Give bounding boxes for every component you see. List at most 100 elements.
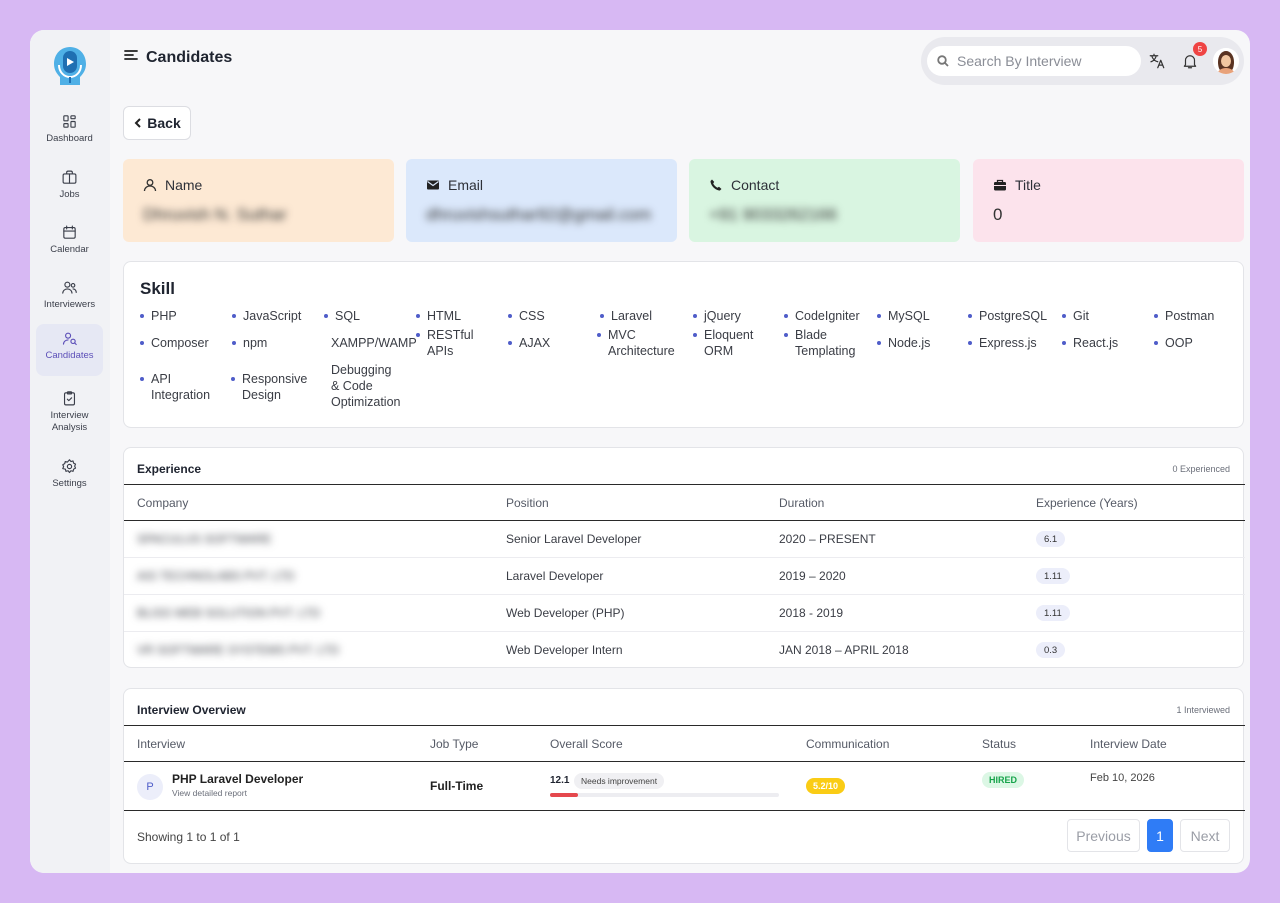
skill-tag: Node.js — [877, 335, 930, 351]
years-badge: 0.3 — [1036, 642, 1066, 658]
duration-cell: JAN 2018 – APRIL 2018 — [779, 643, 909, 657]
contact-value: +91 9033262166 — [709, 205, 838, 224]
company-cell: BLISS WEB SOLUTION PVT. LTD — [137, 606, 321, 620]
briefcase-icon — [994, 179, 1006, 191]
title-card: Title 0 — [973, 159, 1244, 242]
sidebar-item-dashboard[interactable]: Dashboard — [36, 107, 103, 159]
duration-cell: 2020 – PRESENT — [779, 532, 876, 546]
interview-title[interactable]: PHP Laravel Developer — [172, 772, 303, 786]
search-icon — [937, 55, 949, 67]
column-header: Interview Date — [1090, 737, 1167, 751]
interview-overview-panel: Interview Overview 1 Interviewed Intervi… — [123, 688, 1245, 864]
score-bar-fill — [550, 793, 578, 797]
skill-tag: CSS — [508, 308, 545, 324]
sidebar-item-label: Calendar — [50, 244, 89, 255]
translate-button[interactable] — [1146, 50, 1168, 72]
page-header: Candidates — [124, 48, 232, 67]
user-icon — [143, 179, 157, 192]
skill-tag: Laravel — [600, 308, 652, 324]
menu-icon[interactable] — [124, 48, 138, 67]
table-row: AIS TECHNOLABS PVT. LTD Laravel Develope… — [124, 558, 1245, 595]
skill-tag: API Integration — [140, 371, 220, 403]
email-value: dhruvishsuthar92@gmail.com — [426, 205, 652, 224]
interview-table-header: Interview Job Type Overall Score Communi… — [124, 725, 1245, 762]
interviewed-count: 1 Interviewed — [1176, 705, 1230, 715]
skills-panel: Skill PHP JavaScript SQL HTML CSS Larave… — [123, 261, 1244, 428]
skill-tag: jQuery — [693, 308, 741, 324]
previous-label: Previous — [1076, 827, 1131, 844]
position-cell: Laravel Developer — [506, 569, 604, 583]
experience-table-header: Company Position Duration Experience (Ye… — [124, 484, 1245, 521]
avatar[interactable] — [1213, 48, 1239, 74]
status-badge: HIRED — [982, 772, 1025, 788]
title-value: 0 — [993, 205, 1003, 224]
sidebar-item-interview-analysis[interactable]: Interview Analysis — [36, 384, 103, 444]
sidebar-item-label: Settings — [52, 478, 87, 489]
sidebar-item-calendar[interactable]: Calendar — [36, 218, 103, 270]
interview-avatar: P — [137, 774, 163, 800]
years-badge: 1.11 — [1036, 605, 1070, 621]
position-cell: Web Developer (PHP) — [506, 606, 625, 620]
mail-icon — [427, 180, 439, 190]
column-header: Company — [137, 496, 189, 510]
communication-badge: 5.2/10 — [806, 778, 846, 794]
sidebar-item-candidates[interactable]: Candidates — [36, 324, 103, 376]
column-header: Duration — [779, 496, 825, 510]
company-cell: SPACULUS SOFTWARE — [137, 532, 272, 546]
column-header: Position — [506, 496, 549, 510]
skill-tag: OOP — [1154, 335, 1193, 351]
title-label: Title — [1015, 177, 1041, 193]
sidebar-item-interviewers[interactable]: Interviewers — [36, 273, 103, 325]
skill-tag: MVC Architecture — [597, 327, 687, 359]
briefcase-icon — [62, 170, 77, 184]
search-box — [927, 46, 1141, 76]
next-label: Next — [1190, 827, 1220, 844]
pagination-summary: Showing 1 to 1 of 1 — [137, 830, 240, 844]
search-input[interactable] — [957, 53, 1137, 69]
interview-date: Feb 10, 2026 — [1090, 772, 1155, 784]
skill-tag: PostgreSQL — [968, 308, 1047, 324]
main-content: Candidates 5 — [110, 30, 1250, 873]
gear-icon — [62, 459, 77, 474]
dashboard-icon — [63, 115, 76, 128]
previous-page-button[interactable]: Previous — [1067, 819, 1140, 852]
column-header: Experience (Years) — [1036, 496, 1138, 510]
skill-tag: Eloquent ORM — [693, 327, 763, 359]
sidebar: Dashboard Jobs Calendar Interviewers Can… — [30, 30, 110, 873]
skill-tag: Blade Templating — [784, 327, 864, 359]
score-note-badge: Needs improvement — [574, 773, 665, 789]
name-value: Dhruvish N. Suthar — [143, 205, 287, 224]
notification-badge: 5 — [1193, 42, 1207, 56]
position-cell: Web Developer Intern — [506, 643, 623, 657]
users-icon — [62, 281, 77, 294]
skill-tag: Responsive Design — [231, 371, 313, 403]
view-report-link[interactable]: View detailed report — [172, 788, 247, 798]
skill-tag: Composer — [140, 335, 209, 351]
sidebar-item-jobs[interactable]: Jobs — [36, 163, 103, 215]
skill-tag: SQL — [324, 308, 360, 324]
skill-tag: Git — [1062, 308, 1089, 324]
name-label: Name — [165, 177, 203, 193]
notifications-button[interactable]: 5 — [1179, 42, 1207, 72]
overall-score: 12.1 — [550, 775, 570, 786]
column-header: Overall Score — [550, 737, 623, 751]
score-bar-track — [550, 793, 779, 797]
next-page-button[interactable]: Next — [1180, 819, 1230, 852]
sidebar-item-label: Candidates — [45, 350, 94, 361]
skill-tag: AJAX — [508, 335, 550, 351]
skill-tag: CodeIgniter — [784, 308, 860, 324]
table-row: VR SOFTWARE SYSTEMS PVT. LTD Web Develop… — [124, 632, 1245, 669]
chevron-left-icon — [134, 118, 141, 128]
sidebar-item-settings[interactable]: Settings — [36, 452, 103, 504]
calendar-icon — [63, 225, 76, 239]
skill-tag: RESTful APIs — [416, 327, 488, 359]
table-row[interactable]: P PHP Laravel Developer View detailed re… — [124, 762, 1245, 811]
back-button[interactable]: Back — [123, 106, 191, 140]
back-button-label: Back — [147, 115, 181, 131]
phone-icon — [710, 179, 722, 191]
page-1-button[interactable]: 1 — [1147, 819, 1173, 852]
skill-tag: Express.js — [968, 335, 1037, 351]
user-group-icon — [62, 332, 77, 346]
column-header: Communication — [806, 737, 890, 751]
page-number: 1 — [1156, 827, 1164, 844]
